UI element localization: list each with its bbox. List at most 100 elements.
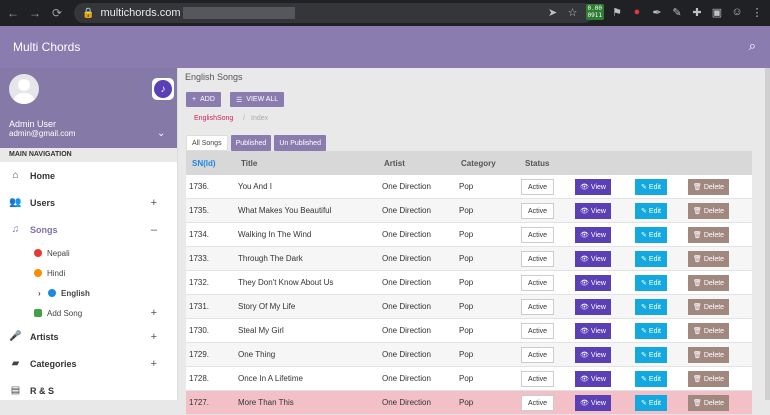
- sidebar-item-home[interactable]: ⌂ Home: [0, 162, 177, 189]
- sidebar-item-categories[interactable]: ▰ Categories +: [0, 350, 177, 377]
- delete-button[interactable]: 🗑 Delete: [688, 323, 729, 339]
- edit-button[interactable]: ✎ Edit: [635, 227, 667, 243]
- sidebar-subitem-hindi[interactable]: Hindi: [0, 263, 177, 283]
- status-button[interactable]: Active: [521, 395, 554, 411]
- battery-icon[interactable]: 0.00 0911: [585, 4, 604, 20]
- expand-icon[interactable]: +: [151, 358, 157, 370]
- status-button[interactable]: Active: [521, 299, 554, 315]
- status-button[interactable]: Active: [521, 275, 554, 291]
- status-button[interactable]: Active: [521, 347, 554, 363]
- delete-button[interactable]: 🗑 Delete: [688, 395, 729, 411]
- address-bar[interactable]: 🔒 multichords.com: [74, 3, 594, 23]
- edit-button[interactable]: ✎ Edit: [635, 299, 667, 315]
- column-artist[interactable]: Artist: [384, 159, 405, 168]
- expand-icon[interactable]: +: [151, 331, 157, 343]
- view-button[interactable]: 👁 View: [575, 203, 611, 219]
- page-scrollbar[interactable]: [765, 68, 770, 400]
- column-status[interactable]: Status: [525, 159, 549, 168]
- edit-button[interactable]: ✎ Edit: [635, 323, 667, 339]
- puzzle-icon[interactable]: ✚: [690, 5, 704, 19]
- cell-artist: One Direction: [382, 326, 431, 335]
- extension-icon[interactable]: ⚑: [610, 5, 624, 19]
- cell-title: They Don't Know About Us: [238, 278, 334, 287]
- collapse-icon[interactable]: –: [151, 224, 157, 236]
- sidebar-item-users[interactable]: 👥 Users +: [0, 189, 177, 216]
- delete-button[interactable]: 🗑 Delete: [688, 227, 729, 243]
- sidebar-item-rs[interactable]: ▤ R & S: [0, 377, 177, 400]
- expand-icon[interactable]: +: [151, 307, 157, 319]
- forward-icon[interactable]: →: [26, 4, 44, 22]
- view-button[interactable]: 👁 View: [575, 275, 611, 291]
- status-button[interactable]: Active: [521, 227, 554, 243]
- hindi-icon: [34, 269, 42, 277]
- column-category[interactable]: Category: [461, 159, 496, 168]
- cell-artist: One Direction: [382, 302, 431, 311]
- send-icon[interactable]: ➤: [546, 5, 560, 19]
- back-icon[interactable]: ←: [4, 4, 22, 22]
- sidebar-subitem-english[interactable]: › English: [0, 283, 177, 303]
- edit-button[interactable]: ✎ Edit: [635, 179, 667, 195]
- column-title[interactable]: Title: [241, 159, 257, 168]
- edit-button[interactable]: ✎ Edit: [635, 203, 667, 219]
- view-button[interactable]: 👁 View: [575, 299, 611, 315]
- delete-button[interactable]: 🗑 Delete: [688, 299, 729, 315]
- edit-button[interactable]: ✎ Edit: [635, 395, 667, 411]
- edit-button[interactable]: ✎ Edit: [635, 371, 667, 387]
- status-button[interactable]: Active: [521, 323, 554, 339]
- view-button[interactable]: 👁 View: [575, 395, 611, 411]
- menu-icon[interactable]: ⋮: [750, 5, 764, 19]
- edit-button[interactable]: ✎ Edit: [635, 251, 667, 267]
- user-name: Admin User: [9, 119, 57, 129]
- view-button[interactable]: 👁 View: [575, 179, 611, 195]
- pencil-icon: ✎: [641, 304, 647, 311]
- status-button[interactable]: Active: [521, 179, 554, 195]
- tab-unpublished[interactable]: Un Published: [274, 135, 326, 151]
- trash-icon: 🗑: [692, 232, 702, 239]
- profile-icon[interactable]: ☺: [730, 5, 744, 19]
- view-button[interactable]: 👁 View: [575, 251, 611, 267]
- delete-button[interactable]: 🗑 Delete: [688, 179, 729, 195]
- view-all-button[interactable]: ☰ VIEW ALL: [230, 92, 285, 107]
- column-sn[interactable]: SN(Id): [192, 159, 216, 168]
- eye-icon: 👁: [580, 376, 589, 383]
- status-button[interactable]: Active: [521, 251, 554, 267]
- url-text: multichords.com: [100, 7, 181, 19]
- sidebar-subitem-nepali[interactable]: Nepali: [0, 243, 177, 263]
- tab-all-songs[interactable]: All Songs: [186, 135, 228, 151]
- reload-icon[interactable]: ⟳: [48, 4, 66, 22]
- eye-icon: 👁: [580, 256, 589, 263]
- add-button[interactable]: + ADD: [186, 92, 221, 107]
- edit-icon[interactable]: ✎: [670, 5, 684, 19]
- edit-button[interactable]: ✎ Edit: [635, 275, 667, 291]
- breadcrumb-englishsong[interactable]: EnglishSong: [194, 115, 233, 122]
- sidebar-subitem-add-song[interactable]: Add Song +: [0, 303, 177, 323]
- delete-button[interactable]: 🗑 Delete: [688, 275, 729, 291]
- chevron-down-icon[interactable]: ⌄: [157, 128, 165, 139]
- sidebar-subitem-label: English: [61, 288, 90, 298]
- delete-button[interactable]: 🗑 Delete: [688, 251, 729, 267]
- app-title[interactable]: Multi Chords: [13, 40, 80, 54]
- logo-icon: ♪: [154, 80, 172, 98]
- eye-icon: 👁: [580, 352, 589, 359]
- sidebar-icon[interactable]: ▣: [710, 5, 724, 19]
- edit-button[interactable]: ✎ Edit: [635, 347, 667, 363]
- view-button[interactable]: 👁 View: [575, 323, 611, 339]
- view-button[interactable]: 👁 View: [575, 347, 611, 363]
- cell-sn: 1734.: [189, 230, 210, 239]
- delete-button[interactable]: 🗑 Delete: [688, 347, 729, 363]
- tab-published[interactable]: Published: [230, 135, 272, 151]
- status-button[interactable]: Active: [521, 203, 554, 219]
- sidebar-item-songs[interactable]: ♫ Songs –: [0, 216, 177, 243]
- view-button[interactable]: 👁 View: [575, 371, 611, 387]
- delete-button[interactable]: 🗑 Delete: [688, 371, 729, 387]
- pen-icon[interactable]: ✒: [650, 5, 664, 19]
- list-icon: ☰: [236, 96, 243, 104]
- search-icon[interactable]: ⌕: [749, 38, 756, 54]
- star-icon[interactable]: ☆: [566, 5, 580, 19]
- sidebar-item-artists[interactable]: 🎤 Artists +: [0, 323, 177, 350]
- expand-icon[interactable]: +: [151, 197, 157, 209]
- delete-button[interactable]: 🗑 Delete: [688, 203, 729, 219]
- view-button[interactable]: 👁 View: [575, 227, 611, 243]
- status-button[interactable]: Active: [521, 371, 554, 387]
- drop-icon[interactable]: ●: [630, 5, 644, 19]
